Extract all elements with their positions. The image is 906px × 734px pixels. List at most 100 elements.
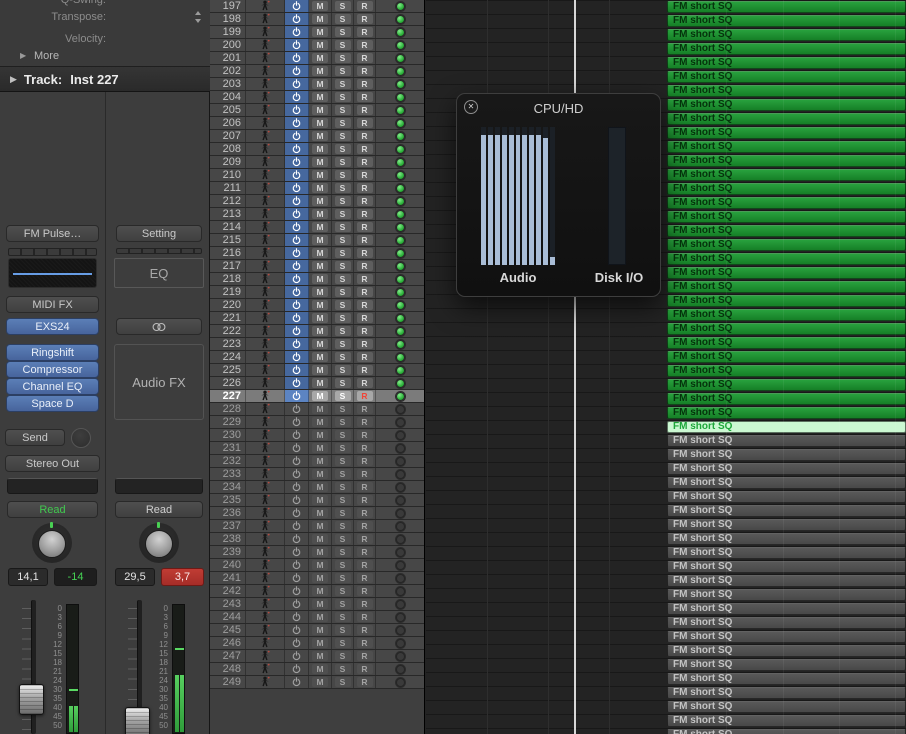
record-button[interactable]: R xyxy=(356,274,373,284)
midi-region[interactable]: FM short SQ xyxy=(667,267,906,279)
solo-button[interactable]: S xyxy=(334,521,351,531)
power-button[interactable] xyxy=(285,182,309,194)
track-row[interactable]: 217 M S R xyxy=(210,260,424,273)
power-button[interactable] xyxy=(285,390,309,402)
volume-value[interactable]: 3,7 xyxy=(161,568,204,586)
mute-button[interactable]: M xyxy=(312,378,328,388)
pan-value[interactable]: 14,1 xyxy=(8,568,48,586)
record-button[interactable]: R xyxy=(356,443,373,453)
mute-button[interactable]: M xyxy=(312,27,328,37)
track-row[interactable]: 221 M S R xyxy=(210,312,424,325)
track-row[interactable]: 229 M S R xyxy=(210,416,424,429)
pan-knob[interactable] xyxy=(32,522,72,563)
power-button[interactable] xyxy=(285,546,309,558)
track-icon[interactable] xyxy=(246,481,285,493)
midi-region[interactable]: FM short SQ xyxy=(667,393,906,405)
track-row[interactable]: 231 M S R xyxy=(210,442,424,455)
power-button[interactable] xyxy=(285,572,309,584)
solo-button[interactable]: S xyxy=(334,92,351,102)
track-row[interactable]: 222 M S R xyxy=(210,325,424,338)
mute-button[interactable]: M xyxy=(312,638,328,648)
track-row[interactable]: 234 M S R xyxy=(210,481,424,494)
track-icon[interactable] xyxy=(246,260,285,272)
track-icon[interactable] xyxy=(246,143,285,155)
mute-button[interactable]: M xyxy=(312,144,328,154)
solo-button[interactable]: S xyxy=(334,339,351,349)
mute-button[interactable]: M xyxy=(312,391,328,401)
record-button[interactable]: R xyxy=(356,1,373,11)
record-button[interactable]: R xyxy=(356,183,373,193)
solo-button[interactable]: S xyxy=(334,560,351,570)
group-slot[interactable] xyxy=(115,478,203,494)
record-button[interactable]: R xyxy=(356,391,373,401)
solo-button[interactable]: S xyxy=(334,14,351,24)
record-button[interactable]: R xyxy=(356,222,373,232)
power-button[interactable] xyxy=(285,494,309,506)
record-button[interactable]: R xyxy=(356,300,373,310)
solo-button[interactable]: S xyxy=(334,352,351,362)
instrument-button[interactable]: FM Pulse… xyxy=(6,225,99,242)
solo-button[interactable]: S xyxy=(334,183,351,193)
track-icon[interactable] xyxy=(246,195,285,207)
pan-knob[interactable] xyxy=(139,522,179,563)
record-button[interactable]: R xyxy=(356,326,373,336)
power-button[interactable] xyxy=(285,234,309,246)
mute-button[interactable]: M xyxy=(312,547,328,557)
track-row[interactable]: 212 M S R xyxy=(210,195,424,208)
track-icon[interactable] xyxy=(246,273,285,285)
power-button[interactable] xyxy=(285,520,309,532)
track-icon[interactable] xyxy=(246,234,285,246)
midi-region[interactable]: FM short SQ xyxy=(667,491,906,503)
power-button[interactable] xyxy=(285,65,309,77)
mute-button[interactable]: M xyxy=(312,352,328,362)
power-button[interactable] xyxy=(285,429,309,441)
record-button[interactable]: R xyxy=(356,27,373,37)
power-button[interactable] xyxy=(285,286,309,298)
midi-region[interactable]: FM short SQ xyxy=(667,729,906,734)
record-button[interactable]: R xyxy=(356,482,373,492)
volume-value[interactable]: -14 xyxy=(54,568,97,586)
midi-region[interactable]: FM short SQ xyxy=(667,407,906,419)
midi-region[interactable]: FM short SQ xyxy=(667,449,906,461)
mute-button[interactable]: M xyxy=(312,664,328,674)
track-icon[interactable] xyxy=(246,494,285,506)
midi-region[interactable]: FM short SQ xyxy=(667,169,906,181)
record-button[interactable]: R xyxy=(356,248,373,258)
track-icon[interactable] xyxy=(246,585,285,597)
track-icon[interactable] xyxy=(246,611,285,623)
record-button[interactable]: R xyxy=(356,469,373,479)
mute-button[interactable]: M xyxy=(312,677,328,687)
track-icon[interactable] xyxy=(246,442,285,454)
mute-button[interactable]: M xyxy=(312,235,328,245)
record-button[interactable]: R xyxy=(356,66,373,76)
mute-button[interactable]: M xyxy=(312,573,328,583)
mute-button[interactable]: M xyxy=(312,443,328,453)
mute-button[interactable]: M xyxy=(312,508,328,518)
power-button[interactable] xyxy=(285,221,309,233)
power-button[interactable] xyxy=(285,26,309,38)
record-button[interactable]: R xyxy=(356,118,373,128)
track-row[interactable]: 223 M S R xyxy=(210,338,424,351)
track-icon[interactable] xyxy=(246,325,285,337)
track-icon[interactable] xyxy=(246,624,285,636)
solo-button[interactable]: S xyxy=(334,170,351,180)
record-button[interactable]: R xyxy=(356,586,373,596)
track-icon[interactable] xyxy=(246,572,285,584)
record-button[interactable]: R xyxy=(356,313,373,323)
mute-button[interactable]: M xyxy=(312,196,328,206)
mute-button[interactable]: M xyxy=(312,326,328,336)
mute-button[interactable]: M xyxy=(312,495,328,505)
mute-button[interactable]: M xyxy=(312,456,328,466)
track-icon[interactable] xyxy=(246,0,285,12)
automation-mode-button[interactable]: Read xyxy=(7,501,98,518)
send-level-knob[interactable] xyxy=(71,428,91,448)
power-button[interactable] xyxy=(285,559,309,571)
power-button[interactable] xyxy=(285,143,309,155)
track-icon[interactable] xyxy=(246,156,285,168)
solo-button[interactable]: S xyxy=(334,326,351,336)
midi-region[interactable]: FM short SQ xyxy=(667,85,906,97)
track-row[interactable]: 237 M S R xyxy=(210,520,424,533)
record-button[interactable]: R xyxy=(356,287,373,297)
midi-region[interactable]: FM short SQ xyxy=(667,127,906,139)
instrument-slot-exs24[interactable]: EXS24 xyxy=(6,318,99,335)
